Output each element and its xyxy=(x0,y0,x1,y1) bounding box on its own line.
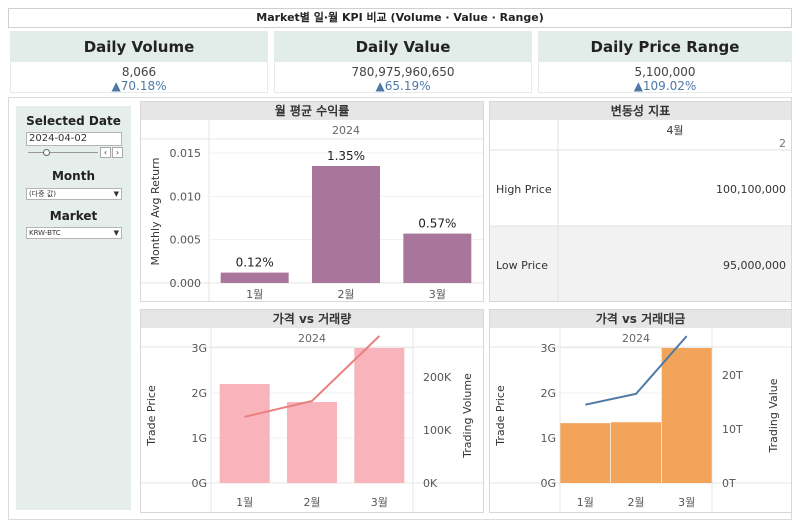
market-dropdown-value: KRW-BTC xyxy=(29,229,61,237)
data-label: 1.35% xyxy=(327,149,365,163)
y2-tick-label: 10T xyxy=(722,423,743,436)
market-label: Market xyxy=(49,209,98,223)
row-value-high-price: 100,100,000 xyxy=(716,183,786,196)
kpi-card-daily-price-range: Daily Price Range 5,100,000 ▲109.02% xyxy=(538,31,792,93)
date-next-button[interactable]: › xyxy=(112,147,123,158)
kpi-label: Daily Value xyxy=(275,32,531,62)
y-axis-label: Trade Price xyxy=(145,385,158,447)
year-header: 2024 xyxy=(622,332,650,345)
panel-title: 변동성 지표 xyxy=(490,102,791,120)
kpi-change: ▲109.02% xyxy=(633,79,697,93)
month-dropdown[interactable]: (다중 값) ▼ xyxy=(26,188,122,200)
panel-title: 가격 vs 거래량 xyxy=(141,310,483,328)
y2-axis-label: Trading Volume xyxy=(461,373,474,459)
data-label: 0.57% xyxy=(418,217,456,231)
volatility-day-header: 2 xyxy=(779,137,786,150)
x-tick-label: 2월 xyxy=(303,496,320,509)
volatility-month-header: 4월 xyxy=(666,124,683,137)
chevron-down-icon: ▼ xyxy=(113,190,119,198)
volatility-table: 4월 2 High Price 100,100,000 Low Price 95… xyxy=(490,120,791,301)
y-tick-label: 1G xyxy=(540,432,556,445)
x-tick-label: 1월 xyxy=(246,288,263,301)
y-tick-label: 3G xyxy=(191,342,207,355)
data-label: 0.12% xyxy=(236,256,274,270)
price-vs-volume-panel: 가격 vs 거래량 2024 0G 1G 2G 3G 0K 100K 200K Trade Pr… xyxy=(140,309,484,513)
y-tick-label: 0.000 xyxy=(170,277,202,290)
y-tick-label: 0G xyxy=(191,477,207,490)
kpi-label: Daily Price Range xyxy=(539,32,791,62)
row-label-high-price: High Price xyxy=(496,183,552,196)
monthly-return-chart: 2024 0.000 0.005 0.010 0.015 Monthly Avg Retu… xyxy=(141,120,483,301)
x-tick-label: 1월 xyxy=(577,496,594,509)
x-tick-label: 2월 xyxy=(337,288,354,301)
y-tick-label: 0.015 xyxy=(170,147,202,160)
kpi-change: ▲70.18% xyxy=(111,79,167,93)
x-tick-label: 3월 xyxy=(371,496,388,509)
x-tick-label: 2월 xyxy=(627,496,644,509)
dashboard-title: Market별 일·월 KPI 비교 (Volume · Value · Ran… xyxy=(8,8,792,28)
market-dropdown[interactable]: KRW-BTC ▼ xyxy=(26,227,122,239)
kpi-value: 8,066 xyxy=(121,65,157,79)
y-axis-label: Trade Price xyxy=(494,385,507,447)
volatility-panel: 변동성 지표 4월 2 High Price 100,100,000 Low P… xyxy=(489,101,792,302)
bar xyxy=(312,166,380,283)
y-tick-label: 2G xyxy=(191,387,207,400)
y-axis-label: Monthly Avg Return xyxy=(149,158,162,266)
monthly-return-panel: 월 평균 수익률 2024 0.000 0.005 0.010 0.015 Monthly… xyxy=(140,101,484,302)
y-tick-label: 0.005 xyxy=(170,234,202,247)
bar xyxy=(287,402,337,483)
kpi-label: Daily Volume xyxy=(11,32,267,62)
y2-tick-label: 0T xyxy=(722,477,736,490)
row-label-low-price: Low Price xyxy=(496,259,548,272)
date-prev-button[interactable]: ‹ xyxy=(100,147,111,158)
row-value-low-price: 95,000,000 xyxy=(723,259,786,272)
y2-tick-label: 100K xyxy=(423,424,452,437)
x-tick-label: 1월 xyxy=(236,496,253,509)
price-vs-volume-chart: 2024 0G 1G 2G 3G 0K 100K 200K Trade Price Trading… xyxy=(141,328,483,512)
y-tick-label: 0G xyxy=(540,477,556,490)
bar xyxy=(661,348,712,483)
y2-tick-label: 0K xyxy=(423,477,438,490)
filter-sidebar: Selected Date 2024-04-02 ‹ › Month (다중 값… xyxy=(16,106,131,510)
bar xyxy=(560,423,611,483)
x-tick-label: 3월 xyxy=(429,288,446,301)
bar xyxy=(220,272,289,283)
bar xyxy=(403,233,472,283)
bar xyxy=(611,422,661,483)
price-vs-value-panel: 가격 vs 거래대금 2024 0G 1G 2G 3G 0T 10T 20T Trade Pri… xyxy=(489,309,792,513)
x-tick-label: 3월 xyxy=(678,496,695,509)
date-slider-track[interactable] xyxy=(28,152,98,153)
selected-date-label: Selected Date xyxy=(26,114,121,128)
y2-tick-label: 20T xyxy=(722,369,743,382)
date-slider-handle[interactable] xyxy=(43,149,50,156)
panel-title: 월 평균 수익률 xyxy=(141,102,483,120)
y-tick-label: 3G xyxy=(540,342,556,355)
month-dropdown-value: (다중 값) xyxy=(29,190,57,198)
kpi-value: 780,975,960,650 xyxy=(351,65,455,79)
year-header: 2024 xyxy=(332,124,360,137)
chevron-down-icon: ▼ xyxy=(113,229,119,237)
price-vs-value-chart: 2024 0G 1G 2G 3G 0T 10T 20T Trade Price Trading V… xyxy=(490,328,791,512)
bar xyxy=(354,348,405,483)
year-header: 2024 xyxy=(298,332,326,345)
selected-date-input[interactable]: 2024-04-02 xyxy=(26,132,122,146)
y2-axis-label: Trading Value xyxy=(767,378,780,453)
kpi-change: ▲65.19% xyxy=(375,79,431,93)
y-tick-label: 0.010 xyxy=(170,190,202,203)
y-tick-label: 1G xyxy=(191,432,207,445)
kpi-value: 5,100,000 xyxy=(634,65,696,79)
panel-title: 가격 vs 거래대금 xyxy=(490,310,791,328)
kpi-card-daily-value: Daily Value 780,975,960,650 ▲65.19% xyxy=(274,31,532,93)
month-label: Month xyxy=(51,169,95,183)
bar xyxy=(219,384,270,483)
kpi-card-daily-volume: Daily Volume 8,066 ▲70.18% xyxy=(10,31,268,93)
y2-tick-label: 200K xyxy=(423,371,452,384)
y-tick-label: 2G xyxy=(540,387,556,400)
